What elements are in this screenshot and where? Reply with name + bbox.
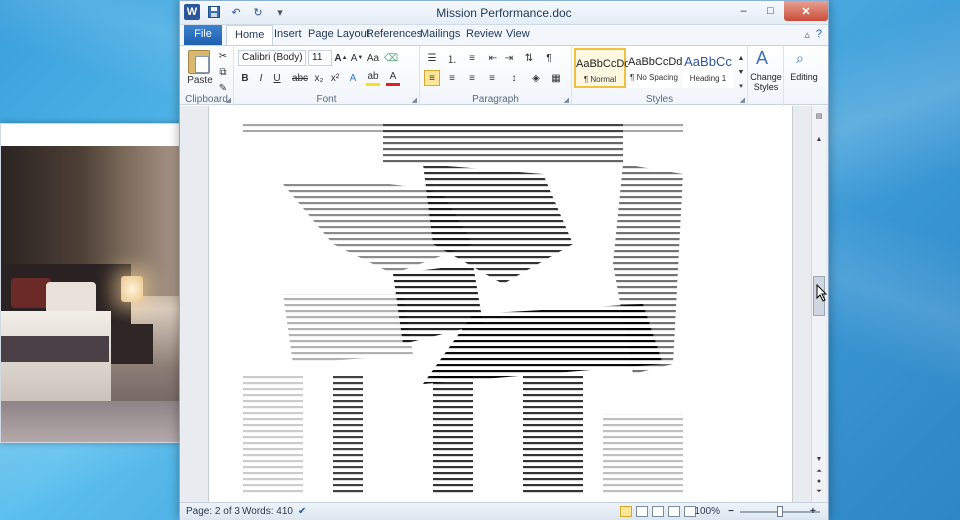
justify-icon[interactable]: ≡: [484, 70, 500, 86]
status-bar: Page: 2 of 3 Words: 410 ✔ 100% − +: [180, 502, 828, 520]
align-center-icon[interactable]: ≡: [444, 70, 460, 86]
ruler-toggle-icon[interactable]: ▤: [813, 112, 825, 120]
document-area[interactable]: ▤ ▲ ▼ ⏶ ● ⏷: [180, 106, 828, 502]
zoom-slider-thumb[interactable]: [777, 506, 783, 517]
scroll-up-icon[interactable]: ▲: [813, 136, 825, 143]
binoculars-icon: ⌕: [796, 50, 804, 66]
mouse-cursor-icon: [816, 284, 828, 302]
page-count[interactable]: Page: 2 of 3: [186, 506, 240, 517]
styles-label: Styles: [645, 94, 674, 105]
outline-view-icon[interactable]: [668, 506, 680, 517]
multilevel-list-icon[interactable]: ≡: [464, 50, 480, 66]
text-effects-icon[interactable]: A: [346, 70, 360, 86]
maximize-button[interactable]: □: [757, 1, 784, 21]
close-button[interactable]: ✕: [784, 1, 828, 21]
title-bar[interactable]: W ↶ ↻ ▾ Mission Performance.doc – □ ✕: [180, 1, 828, 25]
highlight-icon[interactable]: ab: [366, 70, 380, 86]
styles-more-icon[interactable]: ▾: [736, 78, 746, 94]
increase-indent-icon[interactable]: ⇥: [502, 50, 516, 66]
styles-group: AaBbCcDd ¶ Normal AaBbCcDd ¶ No Spacing …: [572, 46, 748, 106]
shading-icon[interactable]: ◈: [528, 70, 544, 86]
grow-font-icon[interactable]: A ▲: [334, 50, 348, 66]
paste-button[interactable]: Paste: [184, 72, 216, 88]
align-left-icon[interactable]: ≡: [424, 70, 440, 86]
editing-label: Editing: [790, 72, 818, 82]
zoom-in-icon[interactable]: +: [810, 506, 816, 517]
paragraph-label: Paragraph: [472, 94, 519, 105]
style-no-spacing-name: ¶ No Spacing: [630, 73, 678, 82]
minimize-ribbon-icon[interactable]: ▵: [804, 28, 810, 41]
style-heading-1-name: Heading 1: [689, 74, 727, 83]
paragraph-launcher-icon[interactable]: ◢: [564, 96, 569, 104]
previous-page-icon[interactable]: ⏶: [813, 468, 825, 476]
align-right-icon[interactable]: ≡: [464, 70, 480, 86]
vertical-scrollbar[interactable]: ▤ ▲ ▼ ⏶ ● ⏷: [811, 106, 826, 502]
select-browse-object-icon[interactable]: ●: [813, 478, 825, 485]
zoom-level[interactable]: 100%: [690, 506, 720, 517]
paste-icon[interactable]: [188, 50, 210, 74]
web-layout-icon[interactable]: [652, 506, 664, 517]
change-styles-button[interactable]: A Change Styles: [748, 46, 784, 106]
style-normal-name: ¶ Normal: [583, 75, 617, 84]
word-window[interactable]: W ↶ ↻ ▾ Mission Performance.doc – □ ✕ Fi…: [179, 0, 829, 520]
styles-launcher-icon[interactable]: ◢: [740, 96, 745, 104]
cut-icon[interactable]: ✂: [216, 48, 230, 64]
editing-button[interactable]: ⌕ Editing: [784, 46, 824, 106]
word-count[interactable]: Words: 410: [242, 506, 293, 517]
document-page[interactable]: [208, 106, 793, 502]
next-page-icon[interactable]: ⏷: [813, 488, 825, 496]
change-case-icon[interactable]: Aa: [366, 50, 380, 66]
style-heading-1[interactable]: AaBbCc Heading 1: [682, 48, 734, 88]
show-marks-icon[interactable]: ¶: [542, 50, 556, 66]
minimize-button[interactable]: –: [730, 1, 757, 21]
tab-file[interactable]: File: [184, 25, 222, 45]
proofing-icon[interactable]: ✔: [298, 506, 306, 517]
sort-icon[interactable]: ⇅: [522, 50, 536, 66]
font-label: Font: [316, 94, 337, 105]
photo-viewer-window[interactable]: [0, 123, 180, 443]
font-name-select[interactable]: Calibri (Body): [238, 50, 306, 66]
font-size-select[interactable]: 11: [308, 50, 332, 66]
change-styles-icon: A: [756, 48, 769, 68]
font-group: Calibri (Body) 11 A ▲ A ▼ Aa ⌫ B I U abc x…: [234, 46, 420, 106]
ribbon-home: Paste ✂ ⧉ ✎ Clipboard ◢ Calibri (Body) 1…: [180, 45, 828, 106]
subscript-icon[interactable]: x₂: [312, 70, 326, 86]
underline-icon[interactable]: U: [270, 70, 284, 86]
tab-view[interactable]: View: [498, 25, 538, 45]
ribbon-tabs: File Home Insert Page Layout References …: [180, 25, 828, 45]
font-launcher-icon[interactable]: ◢: [412, 96, 417, 104]
superscript-icon[interactable]: x²: [328, 70, 342, 86]
clipboard-launcher-icon[interactable]: ◢: [226, 96, 231, 104]
clipboard-group: Paste ✂ ⧉ ✎ Clipboard ◢: [180, 46, 234, 106]
change-styles-label: Change Styles: [750, 72, 782, 92]
copy-icon[interactable]: ⧉: [216, 64, 230, 80]
font-color-icon[interactable]: A: [386, 70, 400, 86]
style-no-spacing[interactable]: AaBbCcDd ¶ No Spacing: [628, 48, 683, 88]
style-no-spacing-sample: AaBbCcDd: [628, 56, 683, 68]
style-normal-sample: AaBbCcDd: [576, 58, 631, 70]
line-spacing-icon[interactable]: ↕: [506, 70, 522, 86]
strikethrough-icon[interactable]: abc: [292, 70, 308, 86]
style-heading-1-sample: AaBbCc: [684, 54, 732, 69]
clear-formatting-icon[interactable]: ⌫: [384, 50, 398, 66]
borders-icon[interactable]: ▦: [548, 70, 564, 86]
paragraph-group: ☰ ⒈ ≡ ⇤ ⇥ ⇅ ¶ ≡ ≡ ≡ ≡ ↕ ◈ ▦ Paragraph ◢: [420, 46, 572, 106]
bedroom-photo: [1, 146, 179, 442]
print-layout-view-icon[interactable]: [620, 506, 632, 517]
style-normal[interactable]: AaBbCcDd ¶ Normal: [574, 48, 631, 88]
bold-icon[interactable]: B: [238, 70, 252, 86]
scroll-down-icon[interactable]: ▼: [813, 456, 825, 463]
bullets-icon[interactable]: ☰: [424, 50, 440, 66]
zoom-out-icon[interactable]: −: [728, 506, 734, 517]
italic-icon[interactable]: I: [254, 70, 268, 86]
numbering-icon[interactable]: ⒈: [444, 50, 460, 66]
ascii-art-image: [243, 124, 683, 496]
full-screen-reading-icon[interactable]: [636, 506, 648, 517]
help-icon[interactable]: ?: [816, 28, 822, 41]
decrease-indent-icon[interactable]: ⇤: [486, 50, 500, 66]
shrink-font-icon[interactable]: A ▼: [350, 50, 364, 66]
